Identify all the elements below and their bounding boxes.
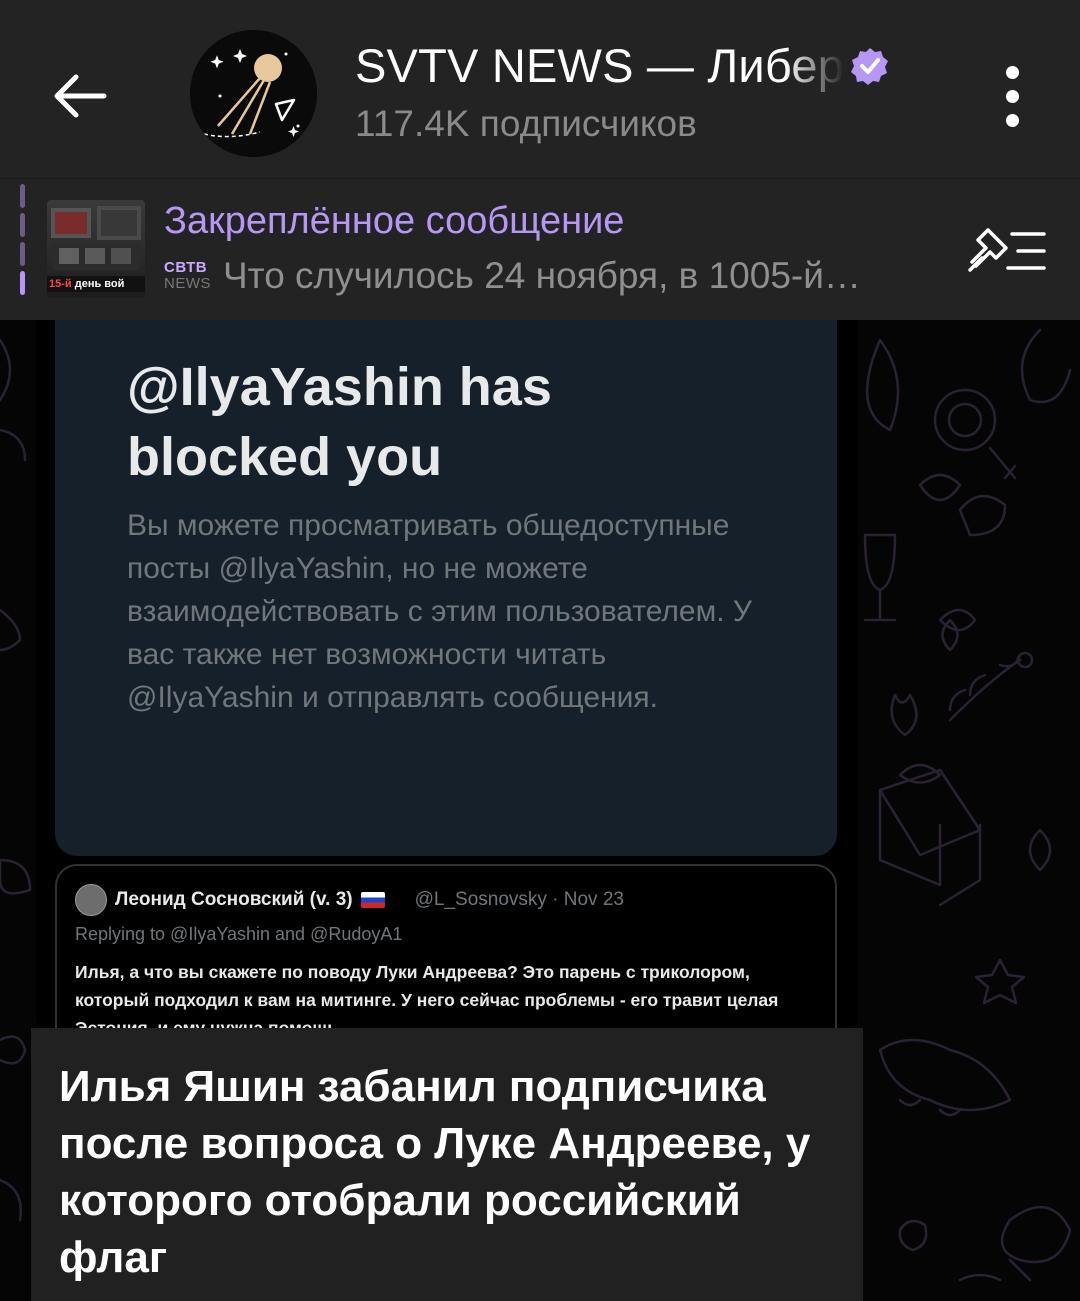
caption-text: Илья Яшин забанил подписчика после вопро… — [59, 1062, 811, 1282]
tweet-meta: @L_Sosnovsky · Nov 23 — [414, 889, 624, 910]
sputnik-logo-icon — [190, 30, 317, 157]
message-caption: Илья Яшин забанил подписчика после вопро… — [31, 1028, 863, 1301]
pinned-list-button[interactable] — [966, 222, 1048, 280]
pinned-thumbnail: 15-й день вой — [47, 200, 145, 298]
channel-avatar[interactable] — [190, 30, 317, 157]
message-photo[interactable]: @IlyaYashin has blocked you Вы можете пр… — [36, 320, 858, 1028]
blocked-body: Вы можете просматривать общедоступные по… — [127, 509, 752, 714]
pinned-logo: СВТВ NEWS — [164, 259, 211, 292]
tweet-header: Леонид Сосновский (v. 3) @L_Sosnovsky · … — [75, 884, 624, 916]
verified-badge-icon — [851, 47, 889, 85]
pinned-thumbnail-label: 15-й день вой — [47, 276, 145, 292]
tweet-text: Илья, а что вы скажете по поводу Луки Ан… — [75, 962, 779, 1028]
more-vert-icon-dot — [1005, 113, 1019, 127]
pinned-preview: СВТВ NEWS Что случилось 24 ноября, в 100… — [164, 255, 954, 297]
channel-title: SVTV NEWS — Либер — [355, 38, 945, 93]
russia-flag-icon — [360, 892, 385, 908]
pinned-indicator — [20, 184, 25, 296]
channel-title-text: SVTV NEWS — Либер — [355, 39, 845, 92]
channel-title-block[interactable]: SVTV NEWS — Либер 117.4K подписчиков — [355, 38, 945, 145]
quoted-tweet-card: Леонид Сосновский (v. 3) @L_Sosnovsky · … — [55, 864, 837, 1028]
more-vert-icon — [1005, 65, 1019, 79]
tweet-avatar — [75, 884, 107, 916]
blocked-heading: @IlyaYashin has blocked you — [127, 357, 552, 487]
tweet-author: Леонид Сосновский (v. 3) — [115, 889, 353, 910]
chat-header: SVTV NEWS — Либер 117.4K подписчиков — [0, 0, 1080, 178]
blocked-notice-card: @IlyaYashin has blocked you Вы можете пр… — [55, 320, 837, 856]
more-vert-icon-dot — [1005, 89, 1019, 103]
unpin-list-icon — [968, 228, 1046, 272]
pinned-preview-text: Что случилось 24 ноября, в 1005-й… — [223, 255, 861, 296]
more-options-button[interactable] — [986, 56, 1038, 136]
tweet-replying-to: Replying to @IlyaYashin and @RudoyA1 — [75, 924, 403, 944]
subscriber-count: 117.4K подписчиков — [355, 103, 697, 144]
back-button[interactable] — [40, 56, 120, 136]
back-arrow-icon — [54, 74, 107, 118]
pinned-title: Закреплённое сообщение — [164, 200, 625, 242]
